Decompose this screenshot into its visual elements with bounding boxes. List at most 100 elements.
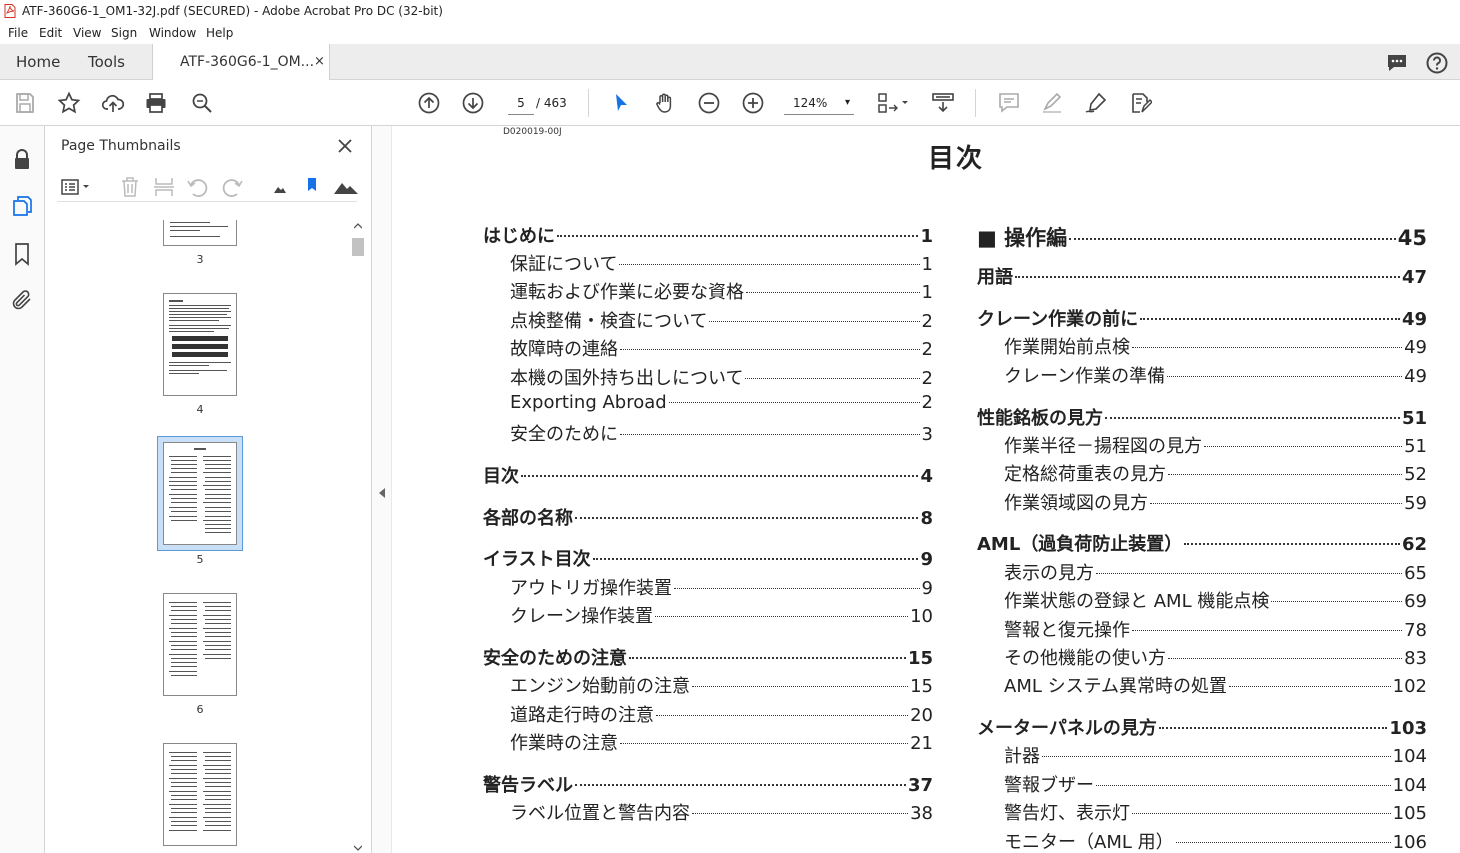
toc-subentry[interactable]: 計器 104 — [1004, 742, 1427, 768]
scroll-mode-icon[interactable] — [931, 91, 955, 115]
toc-entry-title: AML（過負荷防止装置） — [977, 534, 1183, 555]
toc-subentry[interactable]: モニター（AML 用） 106 — [1004, 828, 1427, 853]
toc-subentry[interactable]: 本機の国外持ち出しについて 2 — [510, 364, 933, 390]
star-icon[interactable] — [57, 91, 81, 115]
sign-pen-icon[interactable] — [1084, 91, 1108, 115]
page-thumbnail[interactable] — [163, 442, 237, 545]
menu-help[interactable]: Help — [206, 22, 233, 44]
tab-home[interactable]: Home — [16, 44, 60, 80]
save-icon[interactable] — [13, 91, 37, 115]
toc-subentry[interactable]: ラベル位置と警告内容 38 — [510, 799, 933, 825]
toc-subentry[interactable]: 警告灯、表示灯 105 — [1004, 799, 1427, 825]
cloud-upload-icon[interactable] — [101, 91, 125, 115]
toc-subentry[interactable]: 道路走行時の注意 20 — [510, 701, 933, 727]
rotate-right-icon[interactable] — [219, 174, 245, 200]
comment-icon[interactable] — [1385, 51, 1409, 75]
toc-entry[interactable]: 各部の名称 8 — [483, 504, 933, 530]
toc-entry[interactable]: 用語 47 — [977, 263, 1427, 289]
toc-subentry[interactable]: 警報ブザー 104 — [1004, 771, 1427, 797]
menu-sign[interactable]: Sign — [111, 22, 137, 44]
toc-leader-dots — [575, 784, 906, 786]
toc-subentry[interactable]: Exporting Abroad 2 — [510, 392, 933, 413]
lock-icon[interactable] — [10, 148, 34, 172]
page-thumbnail[interactable] — [163, 743, 237, 846]
toc-subentry[interactable]: 安全のために 3 — [510, 420, 933, 446]
toc-subentry[interactable]: その他機能の使い方 83 — [1004, 644, 1427, 670]
scrollbar-thumb[interactable] — [352, 238, 364, 256]
help-icon[interactable] — [1425, 51, 1449, 75]
delete-page-icon[interactable] — [117, 174, 143, 200]
menu-file[interactable]: File — [8, 22, 28, 44]
page-number-input[interactable]: 5 — [508, 91, 534, 115]
toc-subentry[interactable]: クレーン操作装置 10 — [510, 602, 933, 628]
toolbar-divider — [588, 89, 589, 117]
next-page-icon[interactable] — [461, 91, 485, 115]
toc-entry[interactable]: クレーン作業の前に 49 — [977, 305, 1427, 331]
print-icon[interactable] — [144, 91, 168, 115]
menu-edit[interactable]: Edit — [39, 22, 62, 44]
thumbnail-medium-icon[interactable] — [299, 174, 325, 200]
page-fit-icon[interactable] — [876, 91, 910, 115]
toc-subentry[interactable]: 運転および作業に必要な資格 1 — [510, 278, 933, 304]
tab-document[interactable]: ATF-360G6-1_OM... × — [152, 44, 330, 81]
toc-entry[interactable]: 警告ラベル 37 — [483, 771, 933, 797]
toc-entry[interactable]: イラスト目次 9 — [483, 545, 933, 571]
toc-subentry[interactable]: 作業半径－揚程図の見方 51 — [1004, 432, 1427, 458]
zoom-in-icon[interactable] — [741, 91, 765, 115]
panel-collapse-handle[interactable] — [372, 126, 392, 853]
scroll-down-icon[interactable] — [354, 844, 362, 852]
toc-subentry[interactable]: 表示の見方 65 — [1004, 559, 1427, 585]
menu-view[interactable]: View — [73, 22, 101, 44]
hand-tool-icon[interactable] — [653, 91, 677, 115]
page-thumbnail[interactable] — [163, 220, 237, 246]
thumbnail-small-icon[interactable] — [267, 174, 293, 200]
toc-subentry[interactable]: 作業開始前点検 49 — [1004, 333, 1427, 359]
attachment-icon[interactable] — [10, 288, 34, 312]
extract-page-icon[interactable] — [151, 174, 177, 200]
zoom-search-icon[interactable] — [190, 91, 214, 115]
menu-window[interactable]: Window — [149, 22, 196, 44]
toc-entry[interactable]: メーターパネルの見方 103 — [977, 714, 1427, 740]
toc-page-number: 103 — [1389, 718, 1427, 739]
bookmark-icon[interactable] — [10, 242, 34, 266]
toc-subentry[interactable]: 保証について 1 — [510, 250, 933, 276]
toc-entry[interactable]: 安全のための注意 15 — [483, 644, 933, 670]
toc-subentry[interactable]: 作業領域図の見方 59 — [1004, 489, 1427, 515]
toc-entry-title: 警報と復元操作 — [1004, 620, 1130, 641]
close-icon[interactable] — [335, 136, 355, 156]
toc-subentry[interactable]: アウトリガ操作装置 9 — [510, 574, 933, 600]
tab-tools[interactable]: Tools — [88, 44, 125, 80]
scroll-up-icon[interactable] — [354, 222, 362, 230]
thumbnail-options-icon[interactable] — [59, 174, 93, 200]
toc-entry[interactable]: ■ 操作編 45 — [977, 222, 1427, 252]
thumbnail-scrollbar[interactable] — [350, 222, 366, 853]
page-thumbnails-icon[interactable] — [10, 194, 34, 218]
toc-entry[interactable]: 性能銘板の見方 51 — [977, 404, 1427, 430]
toc-subentry[interactable]: 定格総荷重表の見方 52 — [1004, 460, 1427, 486]
previous-page-icon[interactable] — [417, 91, 441, 115]
page-thumbnail[interactable] — [163, 293, 237, 396]
toc-subentry[interactable]: 故障時の連絡 2 — [510, 335, 933, 361]
toc-entry[interactable]: はじめに 1 — [483, 222, 933, 248]
highlight-icon[interactable] — [1040, 91, 1064, 115]
zoom-out-icon[interactable] — [697, 91, 721, 115]
select-cursor-icon[interactable] — [609, 91, 633, 115]
zoom-level-select[interactable]: 124% ▾ — [784, 91, 854, 115]
toc-subentry[interactable]: 点検整備・検査について 2 — [510, 307, 933, 333]
rotate-left-icon[interactable] — [185, 174, 211, 200]
toc-subentry[interactable]: 作業状態の登録と AML 機能点検 69 — [1004, 587, 1427, 613]
collapse-arrow-icon[interactable] — [379, 488, 386, 498]
tab-close-icon[interactable]: × — [314, 44, 325, 80]
page-thumbnail[interactable] — [163, 593, 237, 696]
toc-subentry[interactable]: エンジン始動前の注意 15 — [510, 672, 933, 698]
toc-page-number: 83 — [1404, 648, 1427, 669]
add-note-icon[interactable] — [997, 91, 1021, 115]
toc-subentry[interactable]: 作業時の注意 21 — [510, 729, 933, 755]
toc-subentry[interactable]: AML システム異常時の処置 102 — [1004, 672, 1427, 698]
toc-subentry[interactable]: 警報と復元操作 78 — [1004, 616, 1427, 642]
redact-icon[interactable] — [1128, 91, 1152, 115]
toc-subentry[interactable]: クレーン作業の準備 49 — [1004, 362, 1427, 388]
toc-entry[interactable]: AML（過負荷防止装置） 62 — [977, 530, 1427, 556]
toc-entry[interactable]: 目次 4 — [483, 462, 933, 488]
thumbnail-large-icon[interactable] — [331, 174, 361, 200]
